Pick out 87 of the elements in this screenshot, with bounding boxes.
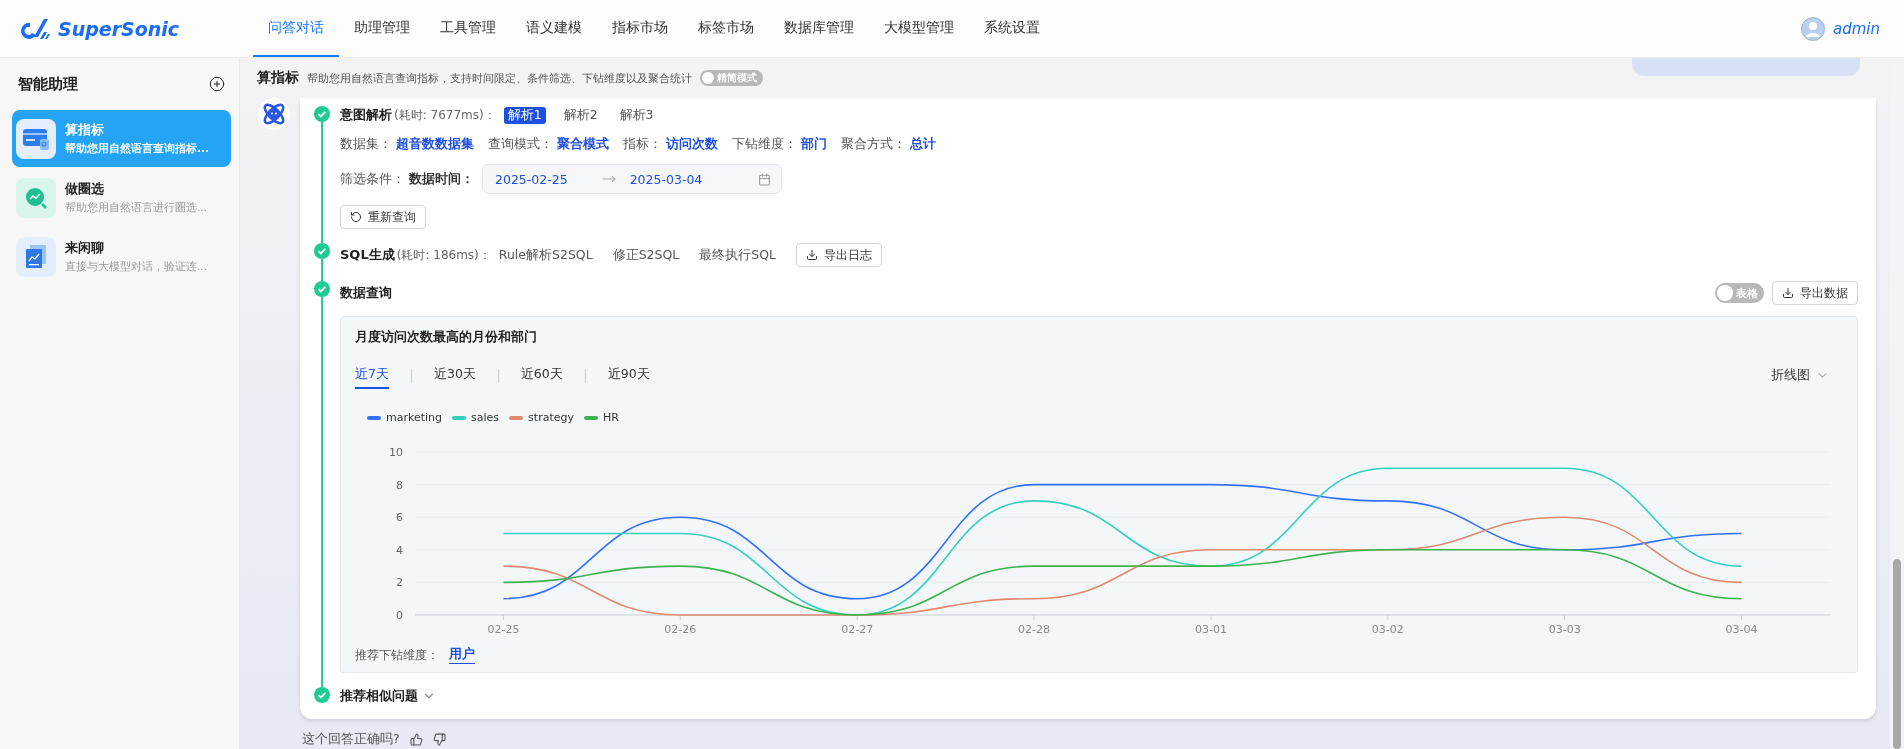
y-axis-label: 4 — [396, 543, 403, 557]
field-label: 指标： — [623, 135, 662, 153]
x-axis-label: 03-04 — [1725, 623, 1758, 636]
logo-text: SuperSonic — [58, 17, 180, 40]
field-label: 查询模式： — [488, 135, 553, 153]
y-axis-label: 6 — [396, 511, 403, 525]
x-axis-label: 02-27 — [841, 623, 874, 636]
legend-label: sales — [471, 411, 500, 424]
nav-tab[interactable]: 标签市场 — [683, 0, 769, 57]
export-log-button[interactable]: 导出日志 — [796, 243, 882, 267]
x-axis-label: 02-26 — [664, 623, 697, 636]
nav-tab[interactable]: 语义建模 — [511, 0, 597, 57]
field-label: 数据集： — [340, 135, 392, 153]
card-icon — [22, 126, 50, 151]
drilldown-label: 推荐下钻维度： — [355, 646, 439, 664]
download-icon — [1782, 287, 1794, 299]
date-range-field[interactable]: 2025-02-25 2025-03-04 — [482, 164, 782, 194]
agent-name: 做圈选 — [65, 180, 105, 198]
elapsed-time: (耗时: 7677ms)： — [394, 106, 496, 124]
period-tab[interactable]: 近90天 — [607, 362, 650, 389]
agent-name: 来闲聊 — [65, 239, 105, 257]
sidebar-title: 智能助理 — [18, 74, 78, 94]
x-axis-label: 03-01 — [1194, 623, 1227, 636]
sql-tab[interactable]: Rule解析S2SQL — [498, 246, 593, 264]
field-label: 聚合方式： — [841, 135, 906, 153]
chart-type-select[interactable]: 折线图 — [1771, 367, 1829, 384]
sql-tab[interactable]: 修正S2SQL — [612, 246, 680, 264]
thumbs-up-icon[interactable] — [409, 733, 423, 746]
requery-button[interactable]: 重新查询 — [340, 205, 426, 229]
chart-icon — [24, 243, 48, 270]
x-axis-label: 03-02 — [1371, 623, 1404, 636]
filter-field: 数据时间： — [409, 170, 474, 188]
period-tab[interactable]: 近7天 — [355, 362, 389, 389]
agent-item[interactable]: 来闲聊 直接与大模型对话，验证连... — [12, 228, 231, 285]
field-value: 超音数数据集 — [396, 135, 474, 153]
chart-title: 月度访问次数最高的月份和部门 — [355, 329, 538, 346]
add-icon[interactable] — [209, 76, 225, 92]
sql-tab[interactable]: 最终执行SQL — [699, 246, 776, 264]
step-title: 意图解析 — [340, 106, 392, 124]
agent-item[interactable]: 做圈选 帮助您用自然语言进行圈选... — [12, 169, 231, 226]
agent-description: 帮助您用自然语言查询指标，支持时间限定、条件筛选、下钻维度以及聚合统计 — [307, 70, 692, 86]
agent-description: 帮助您用自然语言进行圈选... — [65, 201, 207, 215]
filter-label: 筛选条件： — [340, 170, 405, 188]
thumbs-down-icon[interactable] — [432, 733, 446, 746]
parse-tab[interactable]: 解析1 — [503, 106, 546, 124]
logo-icon — [20, 16, 50, 41]
agent-description: 帮助您用自然语言查询指标... — [65, 142, 209, 156]
nav-tab[interactable]: 指标市场 — [597, 0, 683, 57]
x-axis-label: 02-25 — [487, 623, 520, 636]
field-label: 下钻维度： — [732, 135, 797, 153]
user-name[interactable]: admin — [1833, 19, 1880, 38]
x-axis-label: 02-28 — [1018, 623, 1051, 636]
field-value: 总计 — [910, 135, 936, 153]
nav-tab[interactable]: 工具管理 — [425, 0, 511, 57]
field-value: 部门 — [801, 135, 827, 153]
agent-title: 算指标 — [257, 69, 299, 87]
calendar-icon — [758, 172, 771, 186]
legend-label: HR — [603, 411, 619, 424]
drilldown-option[interactable]: 用户 — [449, 646, 475, 664]
scrollbar-thumb[interactable] — [1893, 559, 1901, 749]
nav-tab[interactable]: 数据库管理 — [769, 0, 869, 57]
field-value: 访问次数 — [666, 135, 718, 153]
download-icon — [806, 249, 818, 261]
parse-tab[interactable]: 解析2 — [559, 106, 602, 124]
legend-label: marketing — [386, 411, 443, 424]
period-tab[interactable]: 近30天 — [433, 362, 476, 389]
feedback-question: 这个回答正确吗? — [302, 731, 400, 748]
field-value: 聚合模式 — [557, 135, 609, 153]
refresh-icon — [350, 211, 362, 223]
agent-name: 算指标 — [65, 121, 105, 139]
parse-tab[interactable]: 解析3 — [615, 106, 658, 124]
x-axis-label: 03-03 — [1548, 623, 1581, 636]
step-title: 数据查询 — [340, 284, 392, 302]
legend-label: strategy — [528, 411, 574, 424]
y-axis-label: 2 — [396, 576, 403, 590]
y-axis-label: 8 — [396, 478, 403, 492]
y-axis-label: 0 — [396, 609, 403, 622]
step-title[interactable]: 推荐相似问题 — [340, 687, 418, 705]
agent-description: 直接与大模型对话，验证连... — [65, 260, 207, 274]
nav-tab[interactable]: 助理管理 — [339, 0, 425, 57]
elapsed-time: (耗时: 186ms)： — [396, 246, 491, 264]
step-title: SQL生成 — [340, 246, 395, 264]
period-tab[interactable]: 近60天 — [520, 362, 563, 389]
y-axis-label: 10 — [389, 446, 403, 459]
nav-tab[interactable]: 系统设置 — [969, 0, 1055, 57]
export-data-button[interactable]: 导出数据 — [1772, 281, 1858, 305]
nav-tab[interactable]: 大模型管理 — [869, 0, 969, 57]
